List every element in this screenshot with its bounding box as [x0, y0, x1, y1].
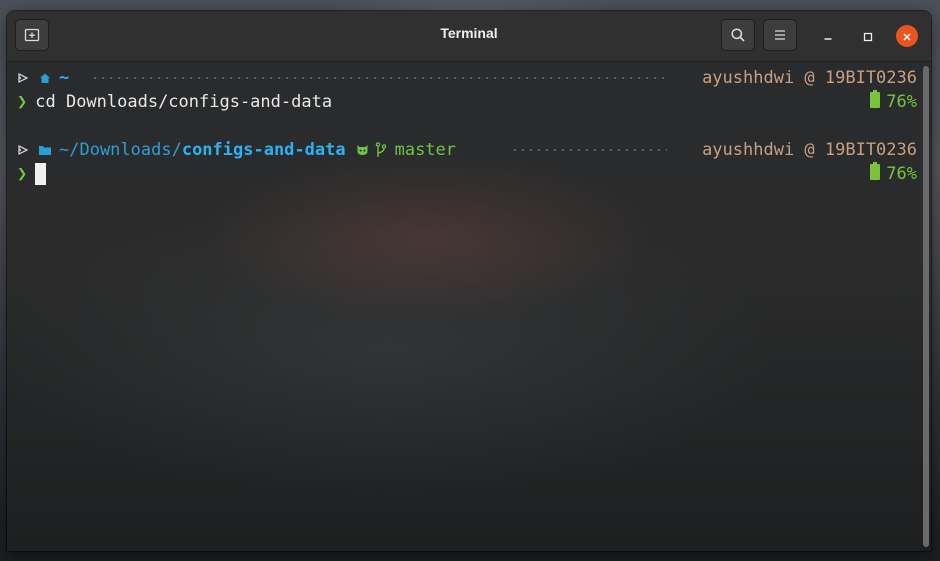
battery-status: 76% [870, 89, 917, 115]
prompt-command-line: ❯ cd Downloads/configs-and-data 76% [17, 89, 917, 115]
battery-status: 76% [870, 161, 917, 187]
tux-icon [17, 144, 29, 156]
title-bar[interactable]: Terminal [7, 11, 931, 62]
text-cursor[interactable] [35, 163, 47, 185]
maximize-icon [863, 27, 873, 46]
prompt-chevron: ❯ [17, 164, 28, 184]
prompt-path-prefix: ~/Downloads/ [59, 140, 182, 160]
command-text: cd Downloads/configs-and-data [35, 92, 333, 112]
minimize-icon [823, 27, 833, 46]
github-icon [356, 144, 369, 156]
git-branch-icon [375, 142, 387, 158]
prompt-path-current: configs-and-data [181, 140, 346, 160]
close-button[interactable] [896, 25, 918, 47]
battery-icon [870, 161, 881, 187]
git-branch-name: master [394, 140, 457, 160]
prompt-filler-dots [511, 149, 667, 151]
prompt-info-line: ~ ayushhdwi @ 19BIT0236 [17, 66, 917, 90]
minimize-button[interactable] [817, 25, 839, 47]
user-host: ayushhdwi @ 19BIT0236 [702, 140, 917, 160]
folder-icon [39, 145, 51, 155]
hamburger-menu-icon [773, 29, 787, 41]
battery-percent: 76% [886, 164, 917, 184]
scrollbar[interactable] [923, 66, 929, 547]
maximize-button[interactable] [857, 25, 879, 47]
terminal-window: Terminal ~ ayushhdwi @ 19BIT0236 ❯ cd Do… [7, 11, 931, 551]
prompt-info-line: ~/Downloads/configs-and-data master ayus… [17, 138, 917, 162]
user-host: ayushhdwi @ 19BIT0236 [702, 68, 917, 88]
prompt-path: ~ [59, 68, 70, 88]
prompt-command-line: ❯ 76% [17, 161, 917, 187]
menu-button[interactable] [763, 19, 797, 51]
battery-percent: 76% [886, 92, 917, 112]
home-icon [39, 72, 51, 84]
terminal-output[interactable]: ~ ayushhdwi @ 19BIT0236 ❯ cd Downloads/c… [7, 62, 931, 551]
prompt-chevron: ❯ [17, 92, 28, 112]
prompt-filler-dots [91, 77, 667, 79]
search-button[interactable] [721, 19, 755, 51]
close-icon [902, 27, 912, 46]
tux-icon [17, 72, 29, 84]
battery-icon [870, 89, 881, 115]
search-icon [730, 27, 746, 43]
